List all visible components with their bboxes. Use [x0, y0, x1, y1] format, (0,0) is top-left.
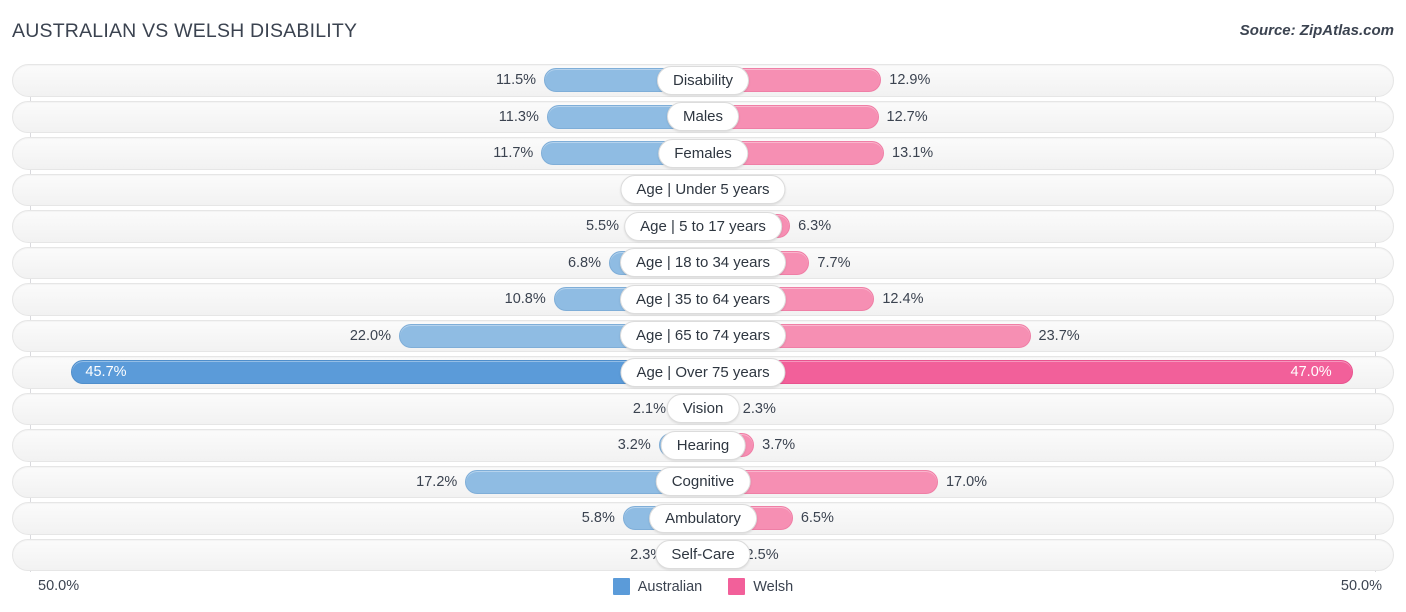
bar-australian: [71, 360, 703, 384]
row-category-label: Age | 65 to 74 years: [620, 321, 786, 350]
value-label-welsh: 3.7%: [762, 437, 796, 453]
chart-row: 22.0% 23.7% Age | 65 to 74 years: [12, 319, 1394, 352]
value-label-welsh: 17.0%: [945, 473, 988, 490]
chart-row: 3.2% 3.7% Hearing: [12, 429, 1394, 462]
value-label-welsh: 6.3%: [798, 218, 832, 234]
row-category-label: Males: [666, 102, 740, 131]
value-label-australian: 45.7%: [85, 364, 127, 380]
value-label-australian: 2.1%: [632, 400, 666, 417]
row-category-label: Cognitive: [655, 467, 751, 496]
row-category-label: Age | 35 to 64 years: [620, 284, 786, 314]
legend-item-australian[interactable]: Australian: [612, 578, 703, 595]
chart-row: 11.5% 12.9% Disability: [12, 64, 1394, 97]
chart-row: 6.8% 7.7% Age | 18 to 34 years: [12, 246, 1394, 279]
value-label-australian: 11.3%: [498, 108, 539, 125]
row-category-label: Females: [658, 138, 748, 168]
chart-row: 17.2% 17.0% Cognitive: [12, 465, 1394, 498]
chart-legend: Australian Welsh: [0, 578, 1406, 595]
chart-row: 2.3% 2.5% Self-Care: [12, 538, 1394, 571]
value-label-welsh: 6.5%: [800, 510, 834, 526]
value-label-welsh: 7.7%: [817, 254, 851, 271]
value-label-australian: 17.2%: [416, 473, 458, 490]
value-label-welsh: 2.3%: [742, 400, 776, 417]
row-category-label: Age | 18 to 34 years: [620, 248, 786, 277]
chart-header: AUSTRALIAN VS WELSH DISABILITY Source: Z…: [0, 0, 1406, 60]
legend-label: Australian: [637, 578, 703, 595]
chart-row: 11.3% 12.7% Males: [12, 100, 1394, 133]
row-category-label: Age | Under 5 years: [620, 175, 786, 204]
chart-row: 10.8% 12.4% Age | 35 to 64 years: [12, 283, 1394, 316]
value-label-australian: 5.5%: [585, 218, 619, 234]
legend-swatch-icon: [612, 578, 630, 595]
value-label-australian: 11.5%: [496, 72, 537, 88]
chart-row: 1.4%1.6%Age | Under 5 years: [12, 173, 1394, 206]
chart-row: 5.5% 6.3% Age | 5 to 17 years: [12, 210, 1394, 243]
chart-footer: 50.0% 50.0% Australian Welsh: [0, 572, 1406, 612]
row-category-label: Age | Over 75 years: [620, 357, 786, 387]
value-label-welsh: 12.7%: [886, 108, 928, 125]
row-category-label: Hearing: [660, 430, 746, 460]
legend-item-welsh[interactable]: Welsh: [728, 578, 793, 595]
value-label-welsh: 12.9%: [889, 72, 931, 88]
chart-row: 2.1% 2.3% Vision: [12, 392, 1394, 425]
row-category-label: Age | 5 to 17 years: [624, 211, 782, 241]
chart-row: 11.7% 13.1% Females: [12, 137, 1394, 170]
legend-label: Welsh: [753, 578, 794, 595]
value-label-welsh: 13.1%: [892, 145, 934, 161]
chart-plot-area: 11.5% 12.9% Disability 11.3% 12.7% Males 11.7%…: [0, 60, 1406, 572]
chart-rows: 11.5% 12.9% Disability 11.3% 12.7% Males 11.7%…: [12, 64, 1394, 575]
value-label-australian: 11.7%: [493, 145, 534, 161]
value-label-australian: 5.8%: [581, 510, 615, 526]
source-attribution: Source: ZipAtlas.com: [1239, 22, 1394, 39]
value-label-welsh: 2.5%: [745, 546, 779, 563]
legend-swatch-icon: [728, 578, 746, 595]
row-category-label: Vision: [666, 394, 740, 423]
chart-row: 5.8% 6.5% Ambulatory: [12, 502, 1394, 535]
chart-row: 45.7% 47.0% Age | Over 75 years: [12, 356, 1394, 389]
row-category-label: Ambulatory: [649, 503, 757, 533]
value-label-welsh: 12.4%: [882, 291, 924, 307]
row-category-label: Self-Care: [655, 540, 751, 569]
bar-welsh: [703, 360, 1353, 384]
value-label-australian: 22.0%: [349, 327, 391, 344]
value-label-welsh: 47.0%: [1290, 364, 1332, 380]
chart-page: AUSTRALIAN VS WELSH DISABILITY Source: Z…: [0, 0, 1406, 612]
row-category-label: Disability: [656, 65, 750, 95]
page-title: AUSTRALIAN VS WELSH DISABILITY: [12, 20, 358, 42]
value-label-australian: 10.8%: [504, 291, 546, 307]
value-label-australian: 3.2%: [617, 437, 651, 453]
value-label-welsh: 23.7%: [1038, 327, 1080, 344]
value-label-australian: 6.8%: [567, 254, 602, 271]
